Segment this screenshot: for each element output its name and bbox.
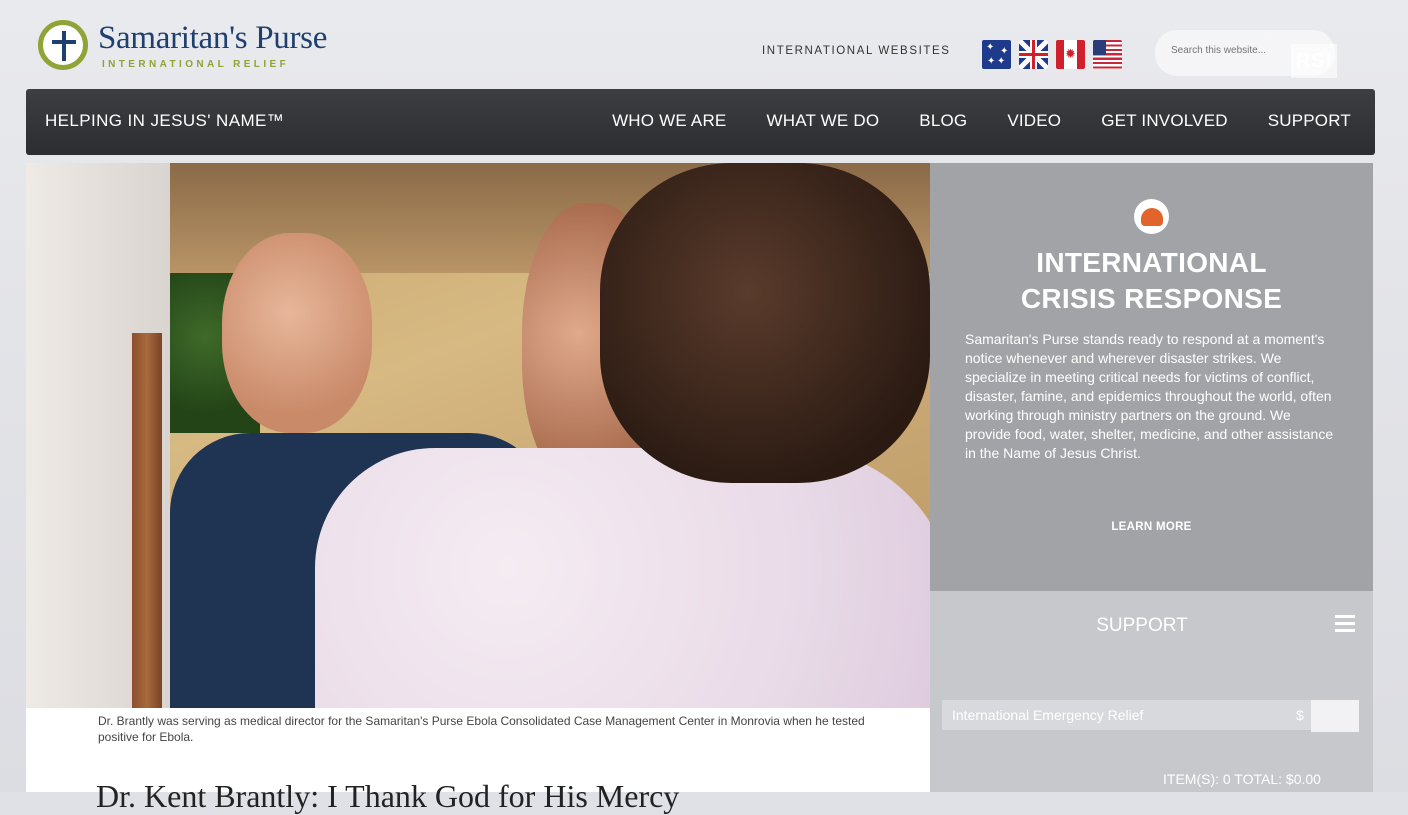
nav-item-video[interactable]: VIDEO <box>1007 111 1061 131</box>
hero-photo <box>170 163 930 708</box>
support-panel: SUPPORT International Emergency Relief $… <box>930 591 1373 792</box>
nav-tagline: HELPING IN JESUS' NAME™ <box>45 111 285 130</box>
nav-item-who-we-are[interactable]: WHO WE ARE <box>612 111 726 131</box>
crisis-title: INTERNATIONAL CRISIS RESPONSE <box>930 245 1373 317</box>
crisis-title-line1: INTERNATIONAL <box>1036 247 1267 278</box>
nav-item-support[interactable]: SUPPORT <box>1268 111 1351 131</box>
crisis-description: Samaritan's Purse stands ready to respon… <box>965 331 1334 461</box>
currency-symbol: $ <box>1296 707 1304 723</box>
international-websites-label: INTERNATIONAL WEBSITES <box>762 45 951 57</box>
photo-left-strip <box>26 163 170 708</box>
site-logo[interactable]: Samaritan's Purse INTERNATIONAL RELIEF <box>38 20 327 70</box>
search-input[interactable] <box>1169 44 1303 57</box>
support-title: SUPPORT <box>1096 615 1188 636</box>
crisis-title-line2: CRISIS RESPONSE <box>1020 283 1283 314</box>
international-flags: ✦ ✦ ✦ ✦ ✹ <box>982 40 1122 69</box>
photo-caption: Dr. Brantly was serving as medical direc… <box>98 714 865 744</box>
support-item-row: International Emergency Relief <box>942 700 1315 730</box>
hamburger-menu-icon[interactable] <box>1335 615 1355 633</box>
usa-flag-icon[interactable] <box>1093 40 1122 69</box>
article-headline[interactable]: Dr. Kent Brantly: I Thank God for His Me… <box>96 778 679 815</box>
nav-item-get-involved[interactable]: GET INVOLVED <box>1101 111 1227 131</box>
article-area: Dr. Brantly was serving as medical direc… <box>26 708 930 814</box>
canada-flag-icon[interactable]: ✹ <box>1056 40 1085 69</box>
logo-name: Samaritan's Purse <box>98 20 328 56</box>
australia-flag-icon[interactable]: ✦ ✦ ✦ ✦ <box>982 40 1011 69</box>
logo-cross-icon <box>38 20 88 70</box>
crisis-response-panel: INTERNATIONAL CRISIS RESPONSE Samaritan'… <box>930 163 1373 591</box>
broadcaster-logo: RSI <box>1291 44 1337 78</box>
main-navigation: HELPING IN JESUS' NAME™ WHO WE ARE WHAT … <box>26 89 1375 155</box>
nav-item-what-we-do[interactable]: WHAT WE DO <box>766 111 879 131</box>
learn-more-link[interactable]: LEARN MORE <box>930 521 1373 533</box>
logo-subtitle: INTERNATIONAL RELIEF <box>102 59 290 70</box>
cart-totals: ITEM(S): 0 TOTAL: $0.00 <box>1163 771 1321 787</box>
wooden-post <box>132 333 162 708</box>
donation-amount-input[interactable] <box>1311 700 1359 732</box>
crisis-response-icon <box>1134 199 1169 234</box>
support-item-label: International Emergency Relief <box>952 707 1144 723</box>
nav-item-blog[interactable]: BLOG <box>919 111 967 131</box>
uk-flag-icon[interactable] <box>1019 40 1048 69</box>
